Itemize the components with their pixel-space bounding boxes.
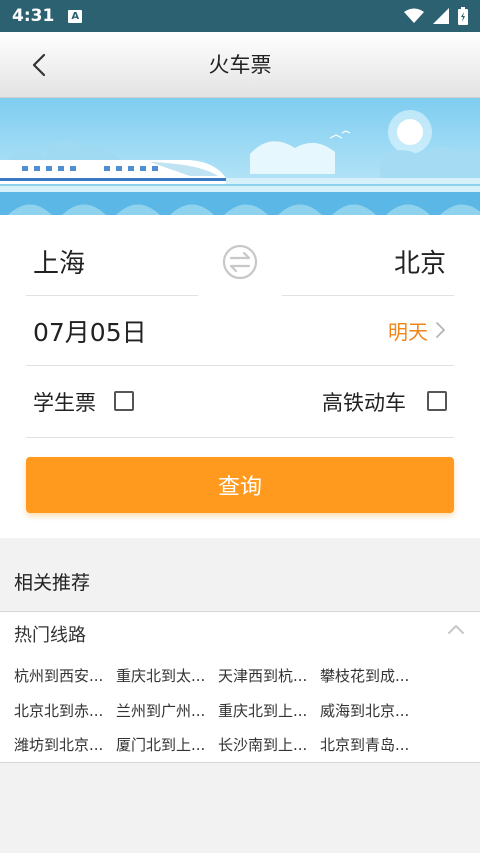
- recommend-title: 相关推荐: [14, 572, 91, 594]
- battery-icon: [458, 7, 468, 25]
- hot-route-item[interactable]: 天津西到杭...: [218, 665, 314, 686]
- student-ticket-label: 学生票: [33, 391, 96, 415]
- to-city[interactable]: 北京: [394, 243, 446, 280]
- high-speed-checkbox[interactable]: [427, 391, 447, 411]
- hot-route-item[interactable]: 杭州到西安...: [14, 665, 110, 686]
- chevron-up-icon[interactable]: [446, 622, 466, 636]
- day-label[interactable]: 明天: [388, 316, 428, 345]
- title-bar: 火车票: [0, 32, 480, 98]
- date-divider: [26, 365, 454, 366]
- hot-route-item[interactable]: 北京到青岛...: [320, 734, 416, 755]
- page-title: 火车票: [208, 53, 272, 77]
- options-divider: [26, 437, 454, 438]
- notification-icon: A: [68, 9, 83, 23]
- query-button[interactable]: 查询: [26, 457, 454, 513]
- hot-route-item[interactable]: 潍坊到北京...: [14, 734, 110, 755]
- hot-route-item[interactable]: 厦门北到上...: [116, 734, 212, 755]
- to-city-divider: [282, 295, 454, 296]
- swap-arrows-icon[interactable]: [222, 244, 258, 280]
- hot-routes-title[interactable]: 热门线路: [14, 621, 86, 647]
- status-bar: 4:31 A: [0, 0, 480, 32]
- high-speed-label: 高铁动车: [322, 391, 406, 415]
- hot-route-item[interactable]: 威海到北京...: [320, 700, 416, 721]
- hot-route-item[interactable]: 兰州到广州...: [116, 700, 212, 721]
- train-banner-image: [0, 98, 480, 215]
- status-time: 4:31: [12, 6, 55, 26]
- wifi-icon: [404, 8, 424, 23]
- hot-route-item[interactable]: 攀枝花到成...: [320, 665, 416, 686]
- student-ticket-checkbox[interactable]: [114, 391, 134, 411]
- hot-route-item[interactable]: 重庆北到太...: [116, 665, 212, 686]
- from-city[interactable]: 上海: [33, 243, 85, 280]
- hot-route-item[interactable]: 长沙南到上...: [218, 734, 314, 755]
- hot-route-item[interactable]: 北京北到赤...: [14, 700, 110, 721]
- chevron-right-icon[interactable]: [433, 320, 447, 340]
- from-city-divider: [26, 295, 198, 296]
- departure-date[interactable]: 07月05日: [33, 313, 147, 349]
- signal-icon: [433, 8, 449, 24]
- hot-route-item[interactable]: 重庆北到上...: [218, 700, 314, 721]
